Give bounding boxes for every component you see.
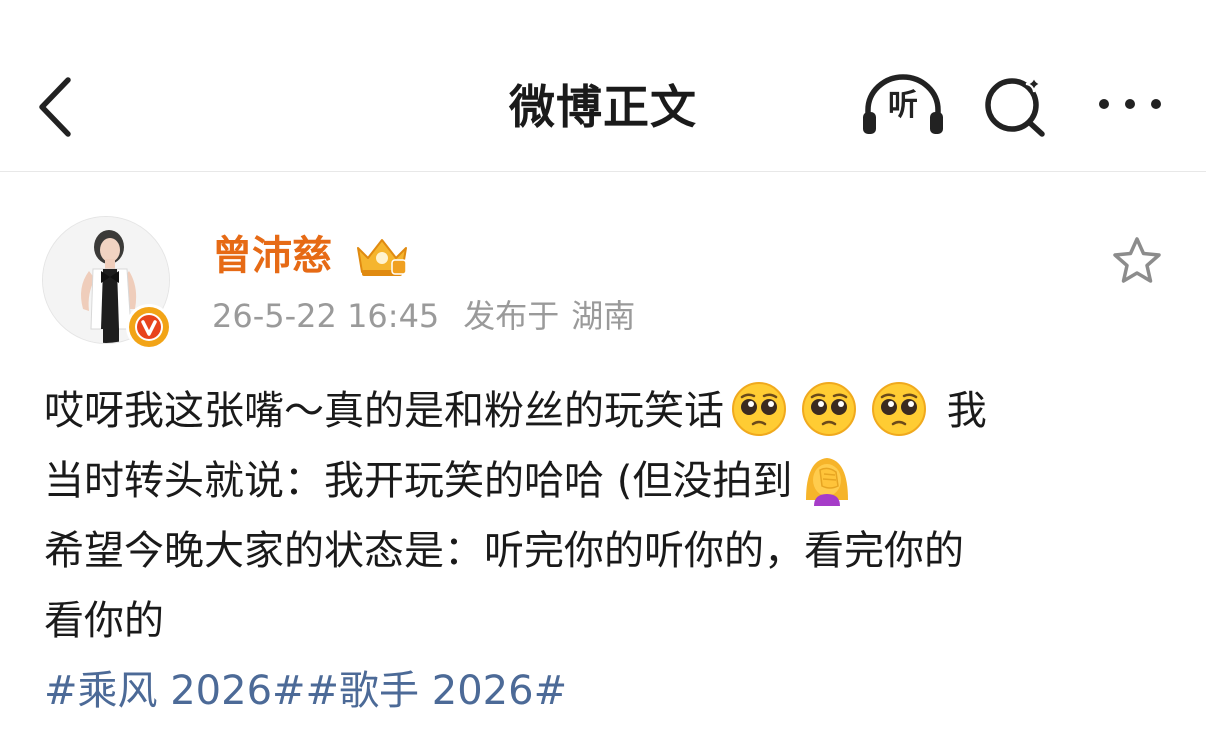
facepalm-icon	[806, 458, 849, 506]
post-location[interactable]: 湖南	[571, 297, 635, 335]
more-dots-icon	[1099, 99, 1161, 109]
star-icon	[1113, 237, 1161, 283]
member-crown-badge[interactable]	[352, 234, 412, 280]
post-timestamp: 26-5-22 16:45	[212, 297, 440, 335]
top-navigation-bar: 微博正文 听	[0, 0, 1206, 172]
listen-label: 听	[888, 88, 918, 123]
search-button[interactable]	[982, 72, 1052, 138]
content-line-4: 看你的	[44, 598, 164, 644]
crown-icon	[357, 239, 407, 276]
content-text-tail: 我	[946, 388, 987, 434]
topic-link[interactable]: #乘风 2026#	[44, 668, 306, 714]
verified-badge	[126, 304, 172, 350]
content-line-1: 哎呀我这张嘴～真的是和粉丝的玩笑话 我	[44, 376, 1164, 446]
content-line-2: 当时转头就说：我开玩笑的哈哈 (但没拍到	[44, 446, 1164, 516]
location-prefix: 发布于	[463, 297, 560, 335]
listen-button[interactable]: 听	[860, 72, 946, 138]
post-card: 曾沛慈 26-5-22 16:45 发布于 湖南 哎呀我这张嘴～真的是和粉丝的玩笑话	[0, 172, 1206, 749]
topic-line: #乘风 2026##歌手 2026#	[44, 656, 1164, 726]
favorite-button[interactable]	[1110, 234, 1164, 288]
post-meta: 26-5-22 16:45 发布于 湖南	[212, 294, 635, 338]
pleading-face-icon	[872, 382, 926, 436]
more-options-button[interactable]	[1094, 84, 1170, 124]
content-text: 当时转头就说：我开玩笑的哈哈 (但没拍到	[44, 458, 793, 504]
post-content: 哎呀我这张嘴～真的是和粉丝的玩笑话 我 当时转头就说：我开玩笑的哈哈 (但没拍到…	[44, 376, 1164, 726]
author-name[interactable]: 曾沛慈	[212, 230, 332, 282]
verified-v-icon	[129, 307, 169, 347]
content-text: 哎呀我这张嘴～真的是和粉丝的玩笑话	[44, 388, 724, 434]
pleading-face-icon	[732, 382, 786, 436]
topic-link[interactable]: #歌手 2026#	[306, 668, 568, 714]
pleading-face-icon	[802, 382, 856, 436]
ai-search-icon	[985, 75, 1045, 137]
content-line-3: 希望今晚大家的状态是：听完你的听你的，看完你的	[44, 528, 964, 574]
